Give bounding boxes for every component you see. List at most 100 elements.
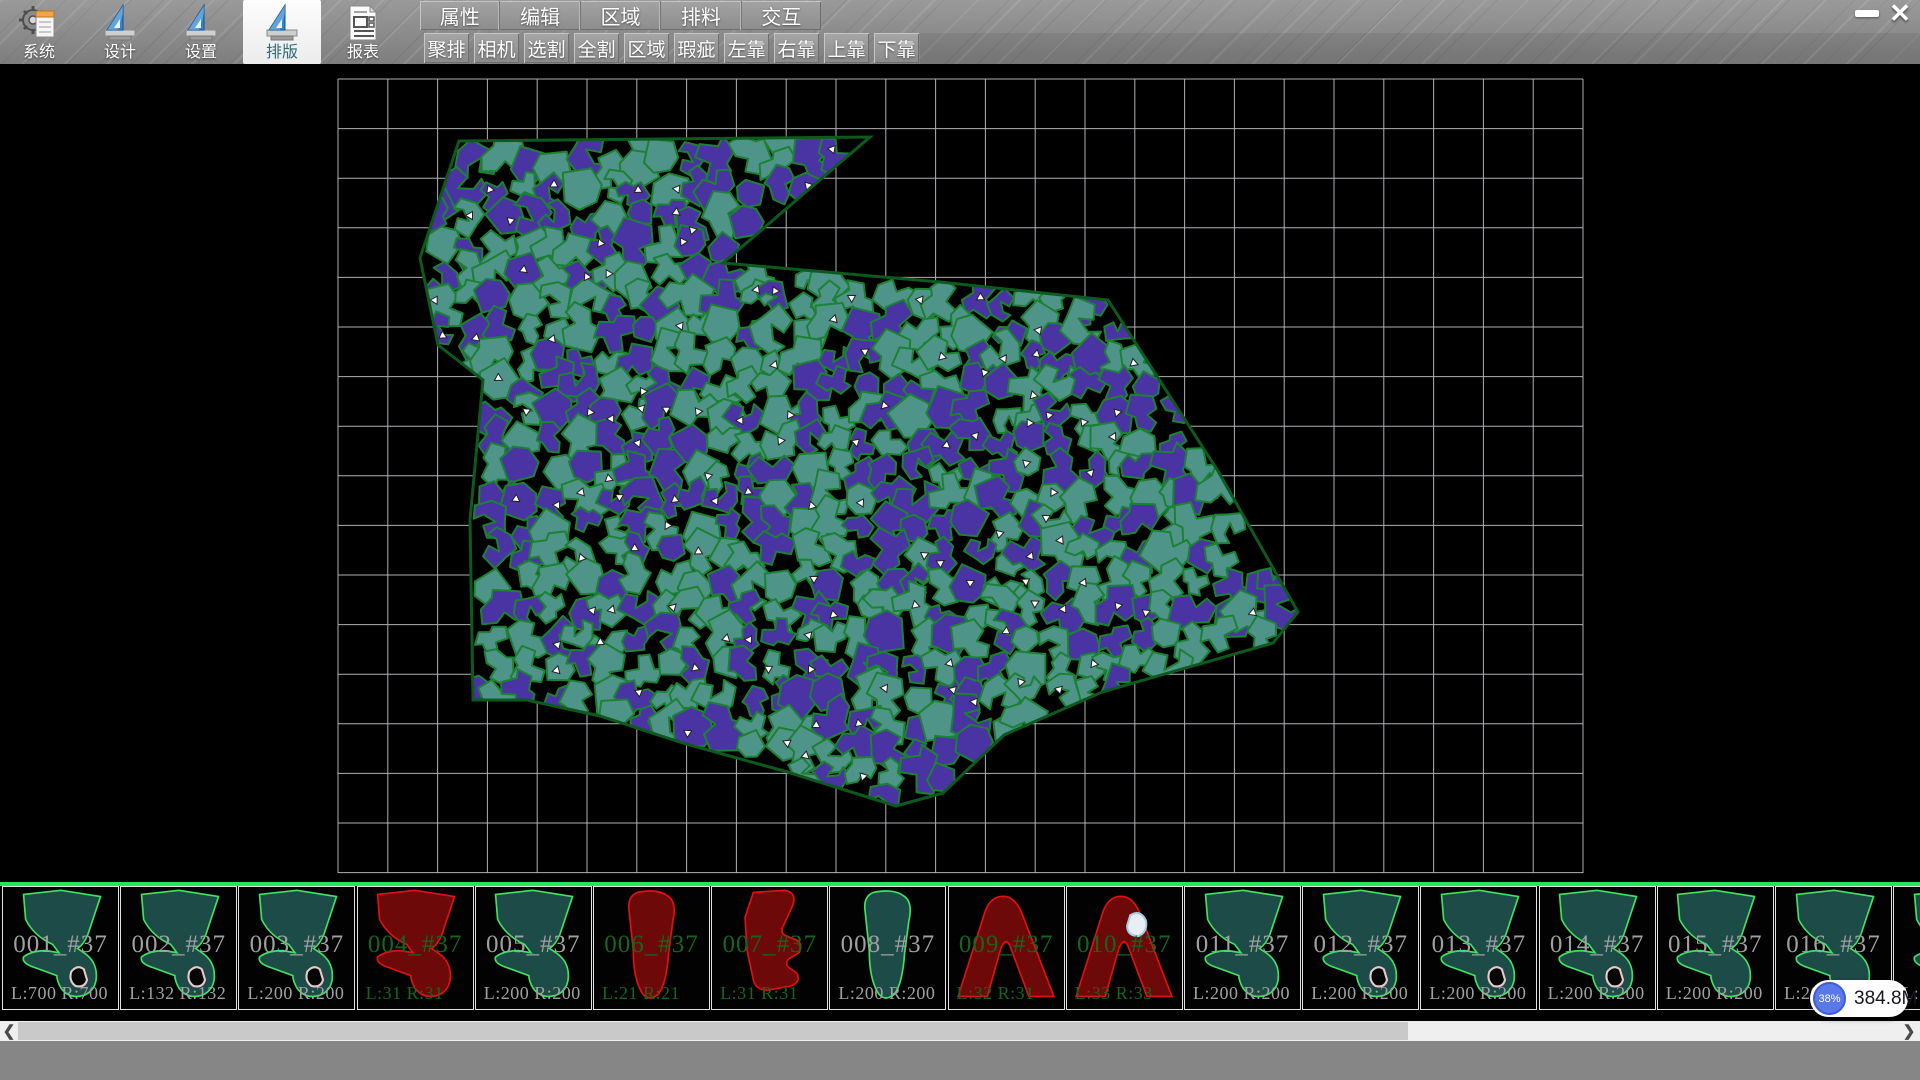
tool-button-1[interactable]: 聚排 bbox=[424, 33, 469, 63]
thumbnail-title: 001_#37 bbox=[3, 931, 118, 959]
memory-percent-label: 38% bbox=[1818, 993, 1840, 1005]
thumbnail-cell-11[interactable]: 011_#37L:200 R:200 bbox=[1184, 886, 1301, 1010]
nesting-canvas-area[interactable] bbox=[0, 64, 1920, 882]
thumbnail-lr-count: L:132 R:132 bbox=[129, 983, 244, 1004]
thumbnail-cell-3[interactable]: 003_#37L:200 R:200 bbox=[238, 886, 355, 1010]
app-icon-holder bbox=[262, 2, 302, 44]
minimize-icon bbox=[1855, 10, 1879, 17]
thumbnail-title: 012_#37 bbox=[1303, 931, 1418, 959]
thumbnail-title: 015_#37 bbox=[1658, 931, 1773, 959]
thumbnail-title: 014_#37 bbox=[1540, 931, 1655, 959]
app-button-label: 排版 bbox=[266, 44, 298, 62]
thumbnail-cell-15[interactable]: 015_#37L:200 R:200 bbox=[1657, 886, 1774, 1010]
thumbnail-cell-9[interactable]: 009_#37L:32 R:31 bbox=[948, 886, 1065, 1010]
thumbnail-title: 008_#37 bbox=[830, 931, 945, 959]
nesting-canvas[interactable] bbox=[0, 64, 1920, 882]
status-bar bbox=[0, 1041, 1920, 1080]
nested-pieces-layer bbox=[410, 119, 1308, 823]
thumbnail-lr-count: L:200 R:200 bbox=[247, 983, 362, 1004]
thumbnail-title: 007_#37 bbox=[712, 931, 827, 959]
set-square-icon bbox=[181, 3, 221, 43]
tool-button-8[interactable]: 右靠 bbox=[774, 33, 819, 63]
menu-tab-2[interactable]: 编辑 bbox=[500, 1, 580, 30]
thumbnail-lr-count: L:200 R:200 bbox=[1666, 983, 1781, 1004]
thumbnail-cell-6[interactable]: 006_#37L:21 R:21 bbox=[593, 886, 710, 1010]
close-button[interactable]: ✕ bbox=[1882, 0, 1918, 26]
thumbnail-cell-13[interactable]: 013_#37L:200 R:200 bbox=[1420, 886, 1537, 1010]
thumbnail-title: 006_#37 bbox=[594, 931, 709, 959]
tool-button-5[interactable]: 区域 bbox=[624, 33, 669, 63]
menu-tab-5[interactable]: 交互 bbox=[742, 1, 821, 30]
window-controls: ✕ bbox=[1852, 0, 1918, 26]
tool-button-6[interactable]: 瑕疵 bbox=[674, 33, 719, 63]
thumbnail-cell-10[interactable]: 010_#37L:33 R:33 bbox=[1066, 886, 1183, 1010]
app-button-label: 设计 bbox=[104, 44, 136, 62]
app-button-label: 系统 bbox=[23, 44, 55, 62]
thumbnail-cell-12[interactable]: 012_#37L:200 R:200 bbox=[1302, 886, 1419, 1010]
app-window: 系统设计设置排版报表 属性编辑区域排料交互 聚排相机选割全割区域瑕疵左靠右靠上靠… bbox=[0, 0, 1920, 1080]
thumbnail-lr-count: L:200 R:200 bbox=[1193, 983, 1308, 1004]
thumbnail-title: 011_#37 bbox=[1185, 931, 1300, 959]
thumbnail-title: 013_#37 bbox=[1421, 931, 1536, 959]
menu-tab-4[interactable]: 排料 bbox=[661, 1, 741, 30]
memory-value-label: 384.8M bbox=[1854, 980, 1917, 1017]
thumbnail-lr-count: L:31 R:31 bbox=[720, 983, 835, 1004]
thumbnail-lr-count: L:21 R:21 bbox=[602, 983, 717, 1004]
tool-button-10[interactable]: 下靠 bbox=[874, 33, 919, 63]
thumbnail-title: 003_#37 bbox=[239, 931, 354, 959]
thumbnail-lr-count: L:200 R:200 bbox=[1548, 983, 1663, 1004]
thumbnail-cell-14[interactable]: 014_#37L:200 R:200 bbox=[1539, 886, 1656, 1010]
menu-tab-3[interactable]: 区域 bbox=[581, 1, 661, 30]
gear-doc-icon bbox=[19, 3, 59, 43]
thumbnail-title: 004_#37 bbox=[358, 931, 473, 959]
thumbnail-cell-4[interactable]: 004_#37L:31 R:31 bbox=[357, 886, 474, 1010]
scroll-right-arrow-icon[interactable]: ❯ bbox=[1900, 1021, 1918, 1041]
menu-tab-1[interactable]: 属性 bbox=[420, 1, 500, 30]
minimize-button[interactable] bbox=[1852, 1, 1882, 25]
thumbnail-title: 016_#37 bbox=[1776, 931, 1891, 959]
tool-button-9[interactable]: 上靠 bbox=[824, 33, 869, 63]
thumbnail-lr-count: L:700 R:700 bbox=[11, 983, 126, 1004]
tool-button-row: 聚排相机选割全割区域瑕疵左靠右靠上靠下靠 bbox=[424, 33, 924, 63]
tool-button-4[interactable]: 全割 bbox=[574, 33, 619, 63]
menu-tab-bar: 属性编辑区域排料交互 bbox=[420, 1, 821, 30]
set-square-icon bbox=[262, 3, 302, 43]
app-button-1[interactable]: 系统 bbox=[0, 0, 78, 64]
thumbnail-title: 009_#37 bbox=[949, 931, 1064, 959]
thumbnail-lr-count: L:200 R:200 bbox=[1429, 983, 1544, 1004]
thumbnail-cell-2[interactable]: 002_#37L:132 R:132 bbox=[120, 886, 237, 1010]
app-icon-holder bbox=[181, 2, 221, 44]
app-button-3[interactable]: 设置 bbox=[162, 0, 240, 64]
close-icon: ✕ bbox=[1889, 0, 1911, 26]
set-square-icon bbox=[100, 3, 140, 43]
app-icon-holder bbox=[343, 2, 383, 44]
tool-button-2[interactable]: 相机 bbox=[474, 33, 519, 63]
scrollbar-thumb[interactable] bbox=[18, 1022, 1408, 1040]
app-button-4[interactable]: 排版 bbox=[243, 0, 321, 64]
piece-thumbnail-strip: 001_#37L:700 R:700002_#37L:132 R:132003_… bbox=[0, 886, 1920, 1021]
toolbar-lower-shade bbox=[920, 33, 1920, 64]
memory-percent-circle: 38% bbox=[1813, 982, 1846, 1015]
thumbnail-cell-7[interactable]: 007_#37L:31 R:31 bbox=[711, 886, 828, 1010]
thumbnail-cell-8[interactable]: 008_#37L:200 R:200 bbox=[829, 886, 946, 1010]
tool-button-7[interactable]: 左靠 bbox=[724, 33, 769, 63]
app-button-label: 报表 bbox=[347, 44, 379, 62]
thumbnail-cell-5[interactable]: 005_#37L:200 R:200 bbox=[475, 886, 592, 1010]
toolbar: 系统设计设置排版报表 属性编辑区域排料交互 聚排相机选割全割区域瑕疵左靠右靠上靠… bbox=[0, 0, 1920, 64]
tool-button-3[interactable]: 选割 bbox=[524, 33, 569, 63]
scroll-left-arrow-icon[interactable]: ❮ bbox=[0, 1021, 18, 1041]
horizontal-scrollbar[interactable]: ❮ ❯ bbox=[0, 1021, 1920, 1041]
thumbnail-lr-count: L:33 R:33 bbox=[1075, 983, 1190, 1004]
thumbnail-lr-count: L:31 R:31 bbox=[366, 983, 481, 1004]
thumbnail-title: 0 bbox=[1894, 931, 1920, 959]
memory-badge: 38% 384.8M bbox=[1810, 980, 1908, 1017]
app-icon-holder bbox=[19, 2, 59, 44]
thumbnail-cell-1[interactable]: 001_#37L:700 R:700 bbox=[2, 886, 119, 1010]
app-button-2[interactable]: 设计 bbox=[81, 0, 159, 64]
thumbnail-lr-count: L:32 R:31 bbox=[957, 983, 1072, 1004]
thumbnail-title: 010_#37 bbox=[1067, 931, 1182, 959]
app-button-group: 系统 设计 设置排版 报表 bbox=[0, 0, 405, 64]
thumbnail-lr-count: L:200 R:200 bbox=[838, 983, 953, 1004]
thumbnail-title: 005_#37 bbox=[476, 931, 591, 959]
app-button-5[interactable]: 报表 bbox=[324, 0, 402, 64]
